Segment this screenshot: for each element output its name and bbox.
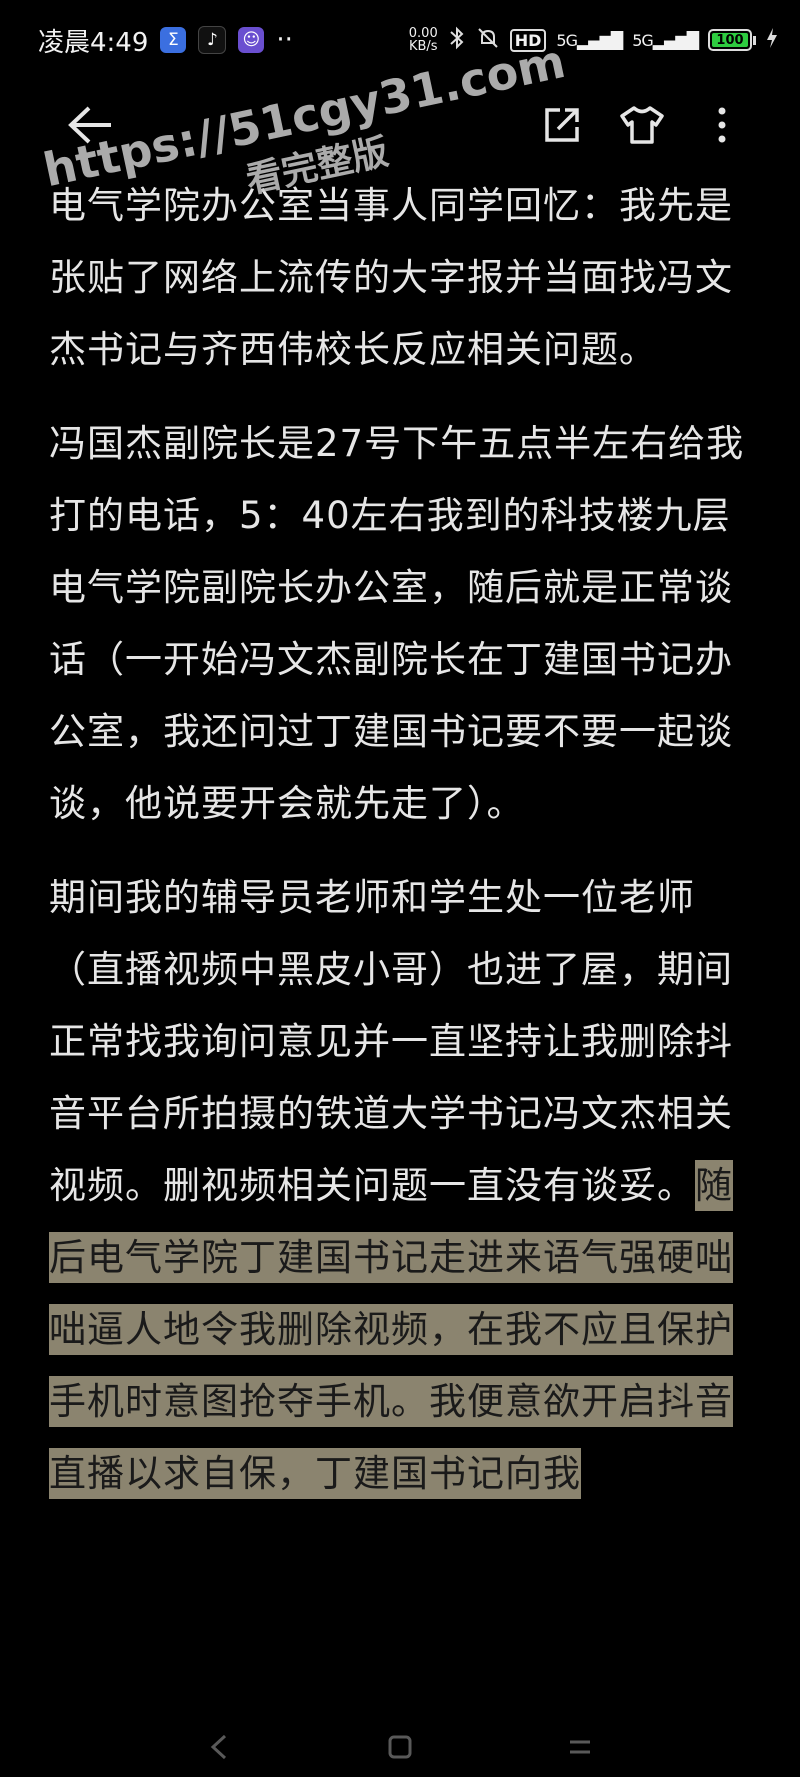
tiktok-icon: ♪ bbox=[198, 26, 227, 54]
charging-icon bbox=[766, 27, 778, 54]
nav-back-icon[interactable] bbox=[205, 1732, 235, 1762]
paragraph-2: 冯国杰副院长是27号下午五点半左右给我打的电话，5：40左右我到的科技楼九层电气… bbox=[49, 422, 745, 825]
paragraph-3: 期间我的辅导员老师和学生处一位老师（直播视频中黑皮小哥）也进了屋，期间正常找我询… bbox=[49, 862, 751, 1510]
network-speed-unit: KB/s bbox=[408, 39, 438, 54]
more-notifications-indicator: ·· bbox=[276, 25, 293, 55]
more-options-button[interactable] bbox=[682, 90, 762, 160]
signal-5g-2-icon: 5G▂▄▆█ bbox=[632, 30, 699, 50]
share-button[interactable] bbox=[522, 90, 602, 160]
hd-voice-icon: HD bbox=[509, 28, 547, 52]
bluetooth-icon bbox=[448, 25, 466, 56]
theme-button[interactable] bbox=[602, 90, 682, 160]
status-time: 凌晨4:49 bbox=[38, 27, 149, 58]
highlighted-text[interactable]: 随后电气学院丁建国书记走进来语气强硬咄咄逼人地令我删除视频，在我不应且保护手机时… bbox=[49, 1160, 733, 1499]
navigation-bar bbox=[0, 1717, 800, 1777]
battery-level: 100 bbox=[712, 33, 748, 48]
share-icon bbox=[545, 108, 579, 142]
status-bar: 凌晨4:49 Σ ♪ ☺ ·· 0.00 KB/s HD 5G▂▄▆█ 5G▂▄… bbox=[0, 0, 800, 80]
back-button[interactable] bbox=[50, 90, 130, 160]
battery-icon: 100 bbox=[708, 29, 756, 51]
top-toolbar bbox=[0, 85, 800, 165]
signal-5g-1-icon: 5G▂▄▆█ bbox=[556, 30, 623, 50]
tshirt-icon bbox=[620, 106, 664, 144]
nav-home-icon[interactable] bbox=[385, 1732, 415, 1762]
paragraph-1: 电气学院办公室当事人同学回忆：我先是张贴了网络上流传的大字报并当面找冯文杰书记与… bbox=[49, 184, 733, 371]
signal-2-label: 5G bbox=[632, 30, 654, 50]
app-icon: ☺ bbox=[238, 27, 265, 53]
sigma-app-icon: Σ bbox=[160, 27, 187, 53]
signal-1-label: 5G bbox=[556, 30, 578, 50]
paragraph-3-text: 期间我的辅导员老师和学生处一位老师（直播视频中黑皮小哥）也进了屋，期间正常找我询… bbox=[49, 876, 733, 1207]
nav-recents-icon[interactable] bbox=[565, 1732, 595, 1762]
article-body: 电气学院办公室当事人同学回忆：我先是张贴了网络上流传的大字报并当面找冯文杰书记与… bbox=[49, 170, 751, 1532]
more-vertical-icon bbox=[718, 107, 726, 143]
network-speed: 0.00 KB/s bbox=[409, 27, 438, 53]
back-arrow-icon bbox=[68, 106, 111, 144]
mute-bell-icon bbox=[476, 26, 500, 55]
